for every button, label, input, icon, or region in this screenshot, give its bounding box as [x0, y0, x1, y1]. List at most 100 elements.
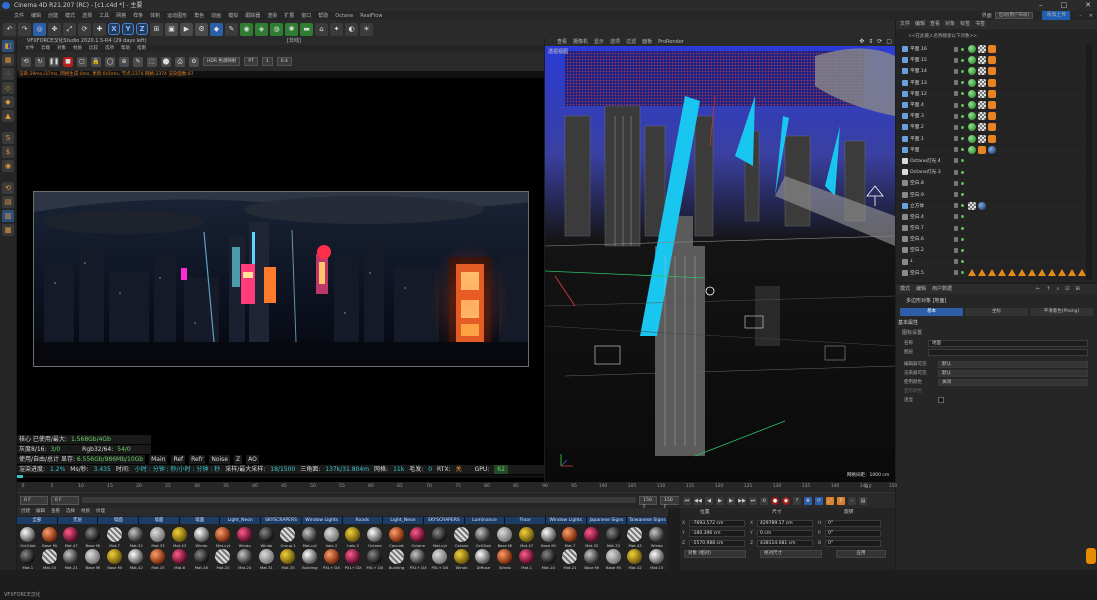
pos-z-field[interactable]: -5570.988 cm: [689, 539, 745, 547]
field-icon[interactable]: ✺: [285, 22, 298, 36]
end-frame-field[interactable]: 150 F: [639, 495, 658, 510]
workplane-icon[interactable]: ◉: [2, 160, 14, 172]
texture-tag-icon[interactable]: [978, 89, 986, 98]
new-panel-icon[interactable]: ⊞: [1075, 284, 1079, 294]
object-row[interactable]: 平面.15: [896, 55, 1082, 67]
material-swatch[interactable]: Mat.35: [277, 548, 299, 570]
material-swatch[interactable]: OctGlob: [472, 526, 494, 548]
octane-tag-icon[interactable]: [988, 67, 996, 76]
material-swatch[interactable]: Base Mi: [104, 548, 126, 570]
object-row[interactable]: 平面.14: [896, 66, 1082, 78]
warning-tag-icon[interactable]: [968, 269, 976, 277]
y-axis-lock-icon[interactable]: Y: [122, 23, 134, 35]
om-menu-item[interactable]: 标签: [960, 20, 970, 29]
undo-icon[interactable]: ↶: [3, 22, 16, 36]
viewport-menu-item[interactable]: 选项: [610, 38, 620, 46]
solo-icon[interactable]: ⟲: [2, 182, 14, 194]
menu-item[interactable]: 样条: [133, 12, 143, 19]
start-frame-field[interactable]: 0 F: [20, 495, 48, 505]
warning-tag-icon[interactable]: [1068, 269, 1076, 277]
enabled-check-icon[interactable]: [961, 271, 964, 275]
texture-mode-icon[interactable]: ▦: [2, 54, 14, 66]
edges-mode-icon[interactable]: ◇: [2, 82, 14, 94]
viewport-menu-item[interactable]: 查看: [557, 38, 567, 46]
max-frame-field[interactable]: 150 F: [660, 495, 681, 510]
material-swatch[interactable]: Building: [299, 548, 321, 570]
material-swatch[interactable]: Mat.47: [60, 526, 82, 548]
window-minimize-icon[interactable]: –: [1079, 13, 1082, 19]
object-search-field[interactable]: <<在此输入名称搜索以下对象>>: [896, 32, 1097, 41]
up-arrow-icon[interactable]: ↑: [1046, 284, 1050, 294]
material-tag-icon[interactable]: [968, 145, 976, 154]
material-swatch[interactable]: OctGlob: [17, 526, 39, 548]
mm-menu-item[interactable]: 纹理: [96, 508, 105, 516]
warning-tag-icon[interactable]: [1078, 269, 1086, 277]
current-frame-field[interactable]: 0 F: [50, 495, 79, 505]
enabled-check-icon[interactable]: [961, 58, 964, 62]
warning-tag-icon[interactable]: [1048, 269, 1056, 277]
material-layer-tab[interactable]: 墙面: [179, 517, 221, 524]
material-swatch[interactable]: Mat.cyt: [299, 526, 321, 548]
range-slider[interactable]: [81, 497, 637, 503]
enabled-check-icon[interactable]: [961, 92, 964, 96]
coord-mode-select[interactable]: 对象 (相对): [684, 550, 746, 558]
menu-item[interactable]: 模拟: [228, 12, 238, 19]
warning-tag-icon[interactable]: [988, 269, 996, 277]
lightbulb-icon[interactable]: ☀: [360, 22, 373, 36]
editor-visible-select[interactable]: 默认: [938, 360, 1088, 368]
menu-item[interactable]: 扩展: [284, 12, 294, 19]
enabled-check-icon[interactable]: [961, 148, 964, 152]
material-layer-tab[interactable]: 墙面: [139, 517, 180, 524]
warning-tag-icon[interactable]: [1008, 269, 1016, 277]
pos-x-field[interactable]: -7693.572 cm: [689, 519, 745, 527]
menu-item[interactable]: 体积: [150, 12, 160, 19]
mm-menu-item[interactable]: 选择: [66, 508, 75, 516]
move-icon[interactable]: ✥: [48, 22, 61, 36]
material-tag-icon[interactable]: [968, 101, 976, 110]
layer-flag-icon[interactable]: [954, 169, 958, 175]
visibility-flags[interactable]: [954, 270, 964, 276]
snap-settings-icon[interactable]: $: [2, 146, 14, 158]
pan-icon[interactable]: ✥: [859, 38, 864, 46]
object-row[interactable]: 空白.8: [896, 178, 1082, 190]
material-swatch[interactable]: Base Mi: [39, 526, 61, 548]
menu-item[interactable]: 文件: [14, 12, 24, 19]
material-layer-tab[interactable]: Light_Neon: [383, 517, 424, 524]
size-z-field[interactable]: 438114.081 cm: [757, 539, 813, 547]
visibility-flags[interactable]: [954, 113, 964, 119]
object-row[interactable]: 平面.1: [896, 134, 1082, 145]
material-tag-icon[interactable]: [968, 112, 976, 121]
texture-tag-icon[interactable]: [978, 56, 986, 65]
stop-icon[interactable]: ■: [63, 56, 73, 67]
warning-tag-icon[interactable]: [1018, 269, 1026, 277]
enabled-check-icon[interactable]: [961, 125, 964, 129]
tab-basic[interactable]: 基本: [900, 308, 963, 316]
material-swatch[interactable]: Mat.32: [581, 526, 603, 548]
visibility-flags[interactable]: [954, 158, 964, 164]
menu-item[interactable]: 编辑: [31, 12, 41, 19]
settings-icon[interactable]: ⚙: [189, 56, 199, 67]
rot-b-field[interactable]: 0°: [825, 539, 881, 547]
object-row[interactable]: Octane灯光.4: [896, 156, 1082, 168]
x-axis-lock-icon[interactable]: X: [108, 23, 120, 35]
visibility-flags[interactable]: [954, 136, 964, 142]
apply-button[interactable]: 应用: [836, 550, 886, 558]
object-row[interactable]: Octane灯光.3: [896, 167, 1082, 179]
layer-flag-icon[interactable]: [954, 102, 958, 108]
menu-item[interactable]: RealFlow: [360, 13, 382, 19]
viewer-menu-item[interactable]: 比较: [89, 45, 98, 52]
mm-menu-item[interactable]: 材质: [81, 508, 90, 516]
octane-tag-icon[interactable]: [988, 45, 996, 54]
viewer-menu-item[interactable]: 云端: [41, 45, 50, 52]
material-layer-tab[interactable]: Luminance: [464, 517, 506, 524]
lock-icon[interactable]: ▩: [2, 224, 14, 236]
tonemap-select[interactable]: HDR 色调映射: [203, 57, 241, 66]
menu-item[interactable]: 渲染: [267, 12, 277, 19]
object-row[interactable]: 空白.9: [896, 189, 1082, 201]
enabled-check-icon[interactable]: [961, 47, 964, 51]
material-layer-tab[interactable]: SKYSCRAPERS: [261, 517, 302, 524]
menu-item[interactable]: 角色: [194, 12, 204, 19]
next-frame-icon[interactable]: ▶: [727, 496, 735, 505]
material-swatch[interactable]: Base Mi: [494, 526, 516, 548]
material-swatch[interactable]: PXL+ DX: [342, 548, 364, 570]
